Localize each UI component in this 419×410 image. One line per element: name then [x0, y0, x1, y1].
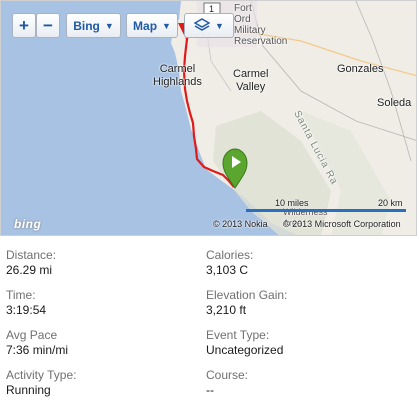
stat-course: Course: --	[206, 368, 396, 398]
map-view[interactable]: 1 Fort Ord Military Reservation Carmel H…	[0, 0, 417, 236]
stat-label: Time:	[6, 288, 36, 302]
stat-value: 3,210 ft	[206, 303, 247, 317]
stat-avg-pace: Avg Pace 7:36 min/mi	[6, 328, 196, 358]
stat-label: Distance:	[6, 248, 57, 262]
layers-dropdown[interactable]: ▼	[184, 13, 234, 38]
map-label-soledad: Soleda	[377, 97, 412, 109]
map-type-label: Map	[133, 18, 158, 33]
stat-label: Elevation Gain:	[206, 288, 288, 302]
stat-label: Calories:	[206, 248, 254, 262]
stat-value: --	[206, 383, 214, 397]
scale-bar	[246, 209, 406, 212]
map-provider-dropdown[interactable]: Bing ▼	[66, 13, 121, 38]
zoom-in-button[interactable]: +	[12, 13, 36, 38]
chevron-down-icon: ▼	[215, 20, 224, 31]
bing-logo: bing	[14, 217, 42, 231]
layers-icon	[194, 18, 211, 31]
map-provider-label: Bing	[73, 18, 100, 33]
stat-label: Activity Type:	[6, 368, 77, 382]
stat-value: 3:19:54	[6, 303, 47, 317]
attribution-nokia: © 2013 Nokia	[213, 219, 268, 229]
zoom-out-button[interactable]: −	[36, 13, 60, 38]
stat-value: 26.29 mi	[6, 263, 53, 277]
chevron-down-icon: ▼	[162, 20, 171, 31]
stat-value: Running	[6, 383, 51, 397]
stat-label: Avg Pace	[6, 328, 58, 342]
scale-miles-label: 10 miles	[275, 198, 309, 208]
map-label-carmel-highlands: Carmel Highlands	[153, 63, 202, 88]
chevron-down-icon: ▼	[104, 20, 114, 31]
stat-label: Course:	[206, 368, 249, 382]
map-type-dropdown[interactable]: Map ▼	[126, 13, 178, 38]
stat-event-type: Event Type: Uncategorized	[206, 328, 396, 358]
stat-label: Event Type:	[206, 328, 270, 342]
stat-calories: Calories: 3,103 C	[206, 248, 396, 278]
stat-time: Time: 3:19:54	[6, 288, 196, 318]
stat-distance: Distance: 26.29 mi	[6, 248, 196, 278]
scale-km-label: 20 km	[378, 198, 403, 208]
stat-value: Uncategorized	[206, 343, 284, 357]
stat-elevation-gain: Elevation Gain: 3,210 ft	[206, 288, 396, 318]
map-label-carmel-valley: Carmel Valley	[233, 68, 269, 93]
stat-activity-type: Activity Type: Running	[6, 368, 196, 398]
map-label-gonzales: Gonzales	[337, 63, 384, 75]
stat-value: 3,103 C	[206, 263, 249, 277]
stat-value: 7:36 min/mi	[6, 343, 69, 357]
map-label-fort-ord: Fort Ord Military Reservation	[234, 3, 288, 47]
attribution-microsoft: © 2013 Microsoft Corporation	[283, 219, 401, 229]
